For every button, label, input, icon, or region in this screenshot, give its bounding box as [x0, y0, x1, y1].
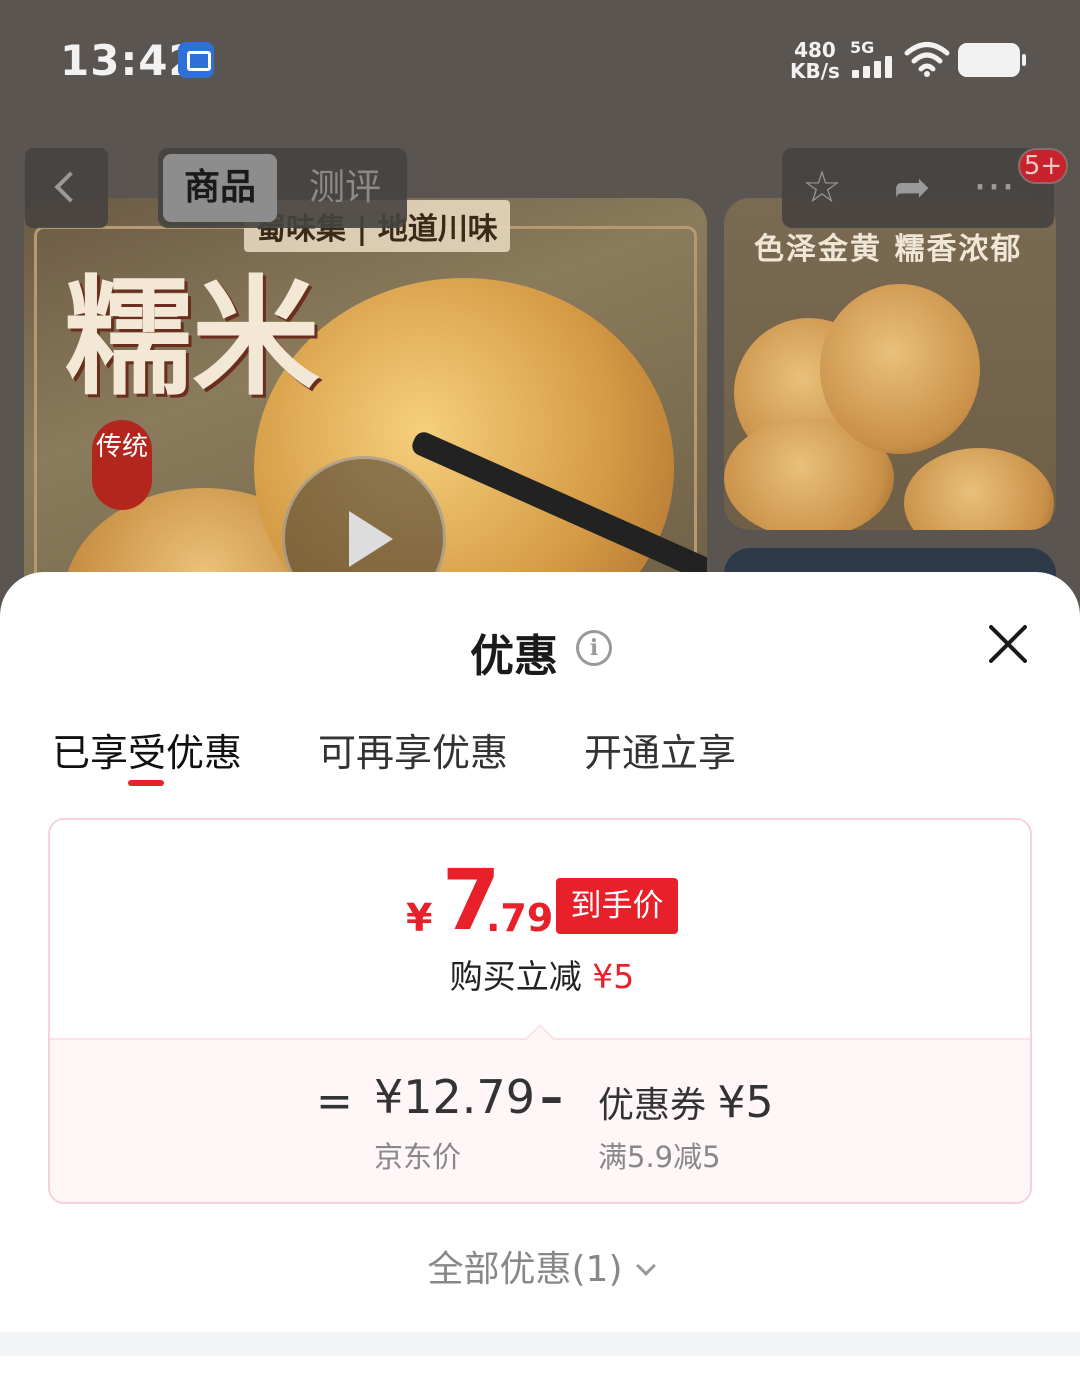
rice-cake-image	[820, 284, 980, 454]
price-currency: ¥	[406, 896, 433, 940]
minus-sign: –	[540, 1070, 563, 1124]
jd-price-label: 京东价	[374, 1140, 462, 1174]
tab-product[interactable]: 商品	[163, 154, 277, 222]
jd-price: ¥12.79	[374, 1070, 535, 1124]
tab-review[interactable]: 测评	[288, 154, 402, 222]
network-speed: 480 KB/s	[790, 40, 840, 82]
coupon-amount: ¥5	[717, 1077, 774, 1128]
instant-discount-amount: ¥5	[592, 957, 635, 996]
network-type: 5G	[850, 38, 875, 57]
price-breakdown: = ¥12.79 京东价 – 优惠券 ¥5 满5.9减5	[50, 1038, 1030, 1202]
final-price-tag: 到手价	[556, 878, 678, 934]
wifi-icon	[904, 42, 950, 77]
cart-badge: 5+	[1018, 148, 1068, 184]
more-icon[interactable]: ···	[964, 158, 1024, 218]
sheet-title: 优惠	[470, 631, 558, 682]
final-price: ¥ 7 .79 到手价	[50, 858, 1030, 942]
image-seal-text: 传统	[92, 420, 152, 510]
network-speed-value: 480	[794, 38, 836, 62]
active-tab-indicator	[128, 780, 164, 786]
instant-discount-label: 购买立减	[449, 957, 582, 996]
close-icon[interactable]	[984, 620, 1032, 668]
signal-icon	[852, 56, 894, 78]
tab-enjoyed-discounts[interactable]: 已享受优惠	[52, 722, 242, 777]
battery-icon	[958, 43, 1026, 77]
network-speed-unit: KB/s	[790, 59, 840, 83]
favorite-star-icon[interactable]: ☆	[792, 158, 852, 218]
chevron-down-icon	[635, 1256, 656, 1276]
back-button[interactable]	[25, 148, 108, 228]
coupon-label: 优惠券	[598, 1085, 707, 1126]
status-bar: 13:42 480 KB/s 5G	[0, 0, 1080, 120]
instant-discount: 购买立减 ¥5	[50, 950, 1030, 998]
coupon-condition: 满5.9减5	[598, 1140, 721, 1174]
share-icon[interactable]: ➦	[882, 158, 942, 218]
all-offers-button[interactable]: 全部优惠(1)	[0, 1240, 1080, 1292]
tab-membership-discounts[interactable]: 开通立享	[584, 722, 736, 777]
page-actions: ☆ ➦ ···	[782, 148, 1054, 228]
tab-more-discounts[interactable]: 可再享优惠	[318, 722, 508, 777]
screenshot-app-icon	[178, 42, 214, 78]
sheet-header: 优惠	[470, 620, 558, 682]
price-decimal: .79	[486, 896, 554, 940]
main-product-image[interactable]: 蜀味集 | 地道川味 糯米 传统	[24, 198, 707, 618]
equals-sign: =	[316, 1076, 353, 1127]
page-tabs: 商品 测评	[158, 148, 407, 228]
rice-cake-image	[904, 448, 1054, 530]
side-image-caption: 色泽金黄 糯香浓郁	[754, 232, 1023, 267]
footer-divider	[0, 1332, 1080, 1356]
product-page-background: 蜀味集 | 地道川味 糯米 传统 色泽金黄 糯香浓郁 13:42 480 KB/…	[0, 0, 1080, 640]
discount-card: ¥ 7 .79 到手价 购买立减 ¥5 = ¥12.79 京东价 – 优惠券 ¥…	[48, 818, 1032, 1204]
side-product-image[interactable]: 色泽金黄 糯香浓郁	[724, 198, 1056, 530]
discount-sheet: 优惠 i 已享受优惠 可再享优惠 开通立享 ¥ 7 .79 到手价 购买立减 ¥…	[0, 572, 1080, 1389]
coupon-discount: 优惠券 ¥5	[598, 1076, 773, 1128]
all-offers-label: 全部优惠(1)	[427, 1249, 623, 1290]
info-icon[interactable]: i	[576, 630, 612, 666]
image-title-text: 糯米	[64, 263, 321, 413]
